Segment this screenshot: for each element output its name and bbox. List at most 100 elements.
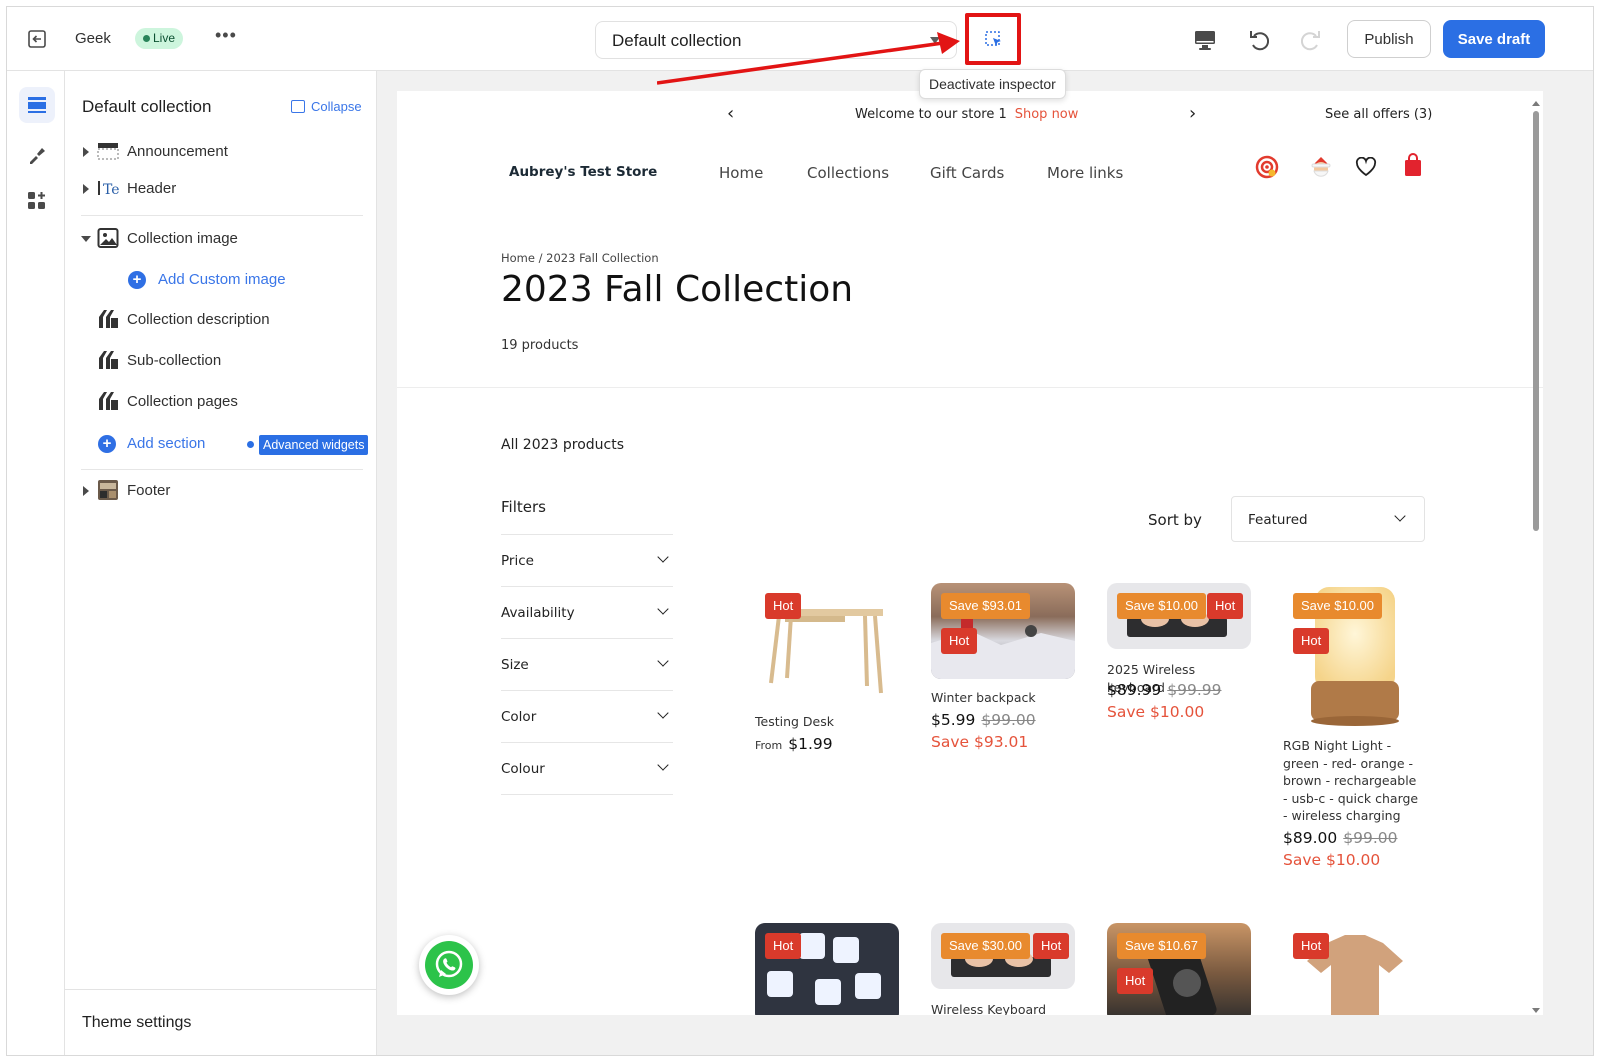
save-draft-button[interactable]: Save draft [1443, 20, 1545, 58]
sidebar-item-sub-collection[interactable]: Sub-collection [65, 346, 377, 376]
filter-color[interactable]: Color [501, 690, 673, 742]
cart-bag-icon[interactable] [1403, 153, 1423, 177]
add-custom-image-button[interactable]: + Add Custom image [65, 265, 377, 295]
preview-scrollbar[interactable] [1532, 101, 1540, 1013]
save-amount: Save $10.00 [1107, 703, 1205, 721]
filter-size[interactable]: Size [501, 638, 673, 690]
price-value: $89.99 [1107, 681, 1162, 699]
product-name[interactable]: Testing Desk [755, 713, 895, 731]
sections-icon [28, 97, 46, 113]
inspector-tooltip: Deactivate inspector [919, 69, 1066, 99]
apps-tab[interactable] [19, 183, 55, 219]
brush-icon [30, 148, 45, 164]
sections-tab[interactable] [19, 87, 55, 123]
hot-badge: Hot [941, 628, 978, 654]
nav-more-links[interactable]: More links [1047, 164, 1123, 182]
apps-icon [28, 192, 45, 209]
expand-arrow-icon [83, 486, 89, 496]
store-logo[interactable]: Aubrey's Test Store [509, 164, 657, 180]
price-value: $89.00 [1283, 829, 1338, 847]
santa-icon[interactable] [1309, 155, 1333, 181]
add-custom-image-label: Add Custom image [158, 271, 286, 288]
filter-availability[interactable]: Availability [501, 586, 673, 638]
announcement-icon [97, 143, 119, 160]
sidebar-item-collection-description[interactable]: Collection description [65, 305, 377, 335]
scroll-down-icon[interactable] [1532, 1008, 1540, 1013]
product-price: From $1.99 [755, 735, 833, 753]
sidebar-divider [81, 215, 363, 216]
wishlist-heart-icon[interactable] [1355, 157, 1377, 177]
sort-value: Featured [1248, 512, 1308, 528]
header-icon: Te [98, 181, 119, 198]
product-price: $89.99 $99.99 [1107, 681, 1222, 699]
inspector-toggle-button[interactable] [965, 13, 1021, 65]
product-name[interactable]: RGB Night Light - green - red- orange - … [1283, 737, 1423, 825]
sidebar-item-announcement[interactable]: Announcement [65, 137, 377, 167]
save-badge: Save $93.01 [941, 593, 1031, 619]
exit-icon[interactable] [27, 29, 47, 49]
compare-price: $99.00 [1343, 829, 1398, 847]
scroll-up-icon[interactable] [1532, 101, 1540, 106]
scrollbar-thumb[interactable] [1533, 111, 1539, 531]
sidebar-item-label: Collection description [127, 311, 270, 328]
sidebar-item-collection-pages[interactable]: Collection pages [65, 387, 377, 417]
hot-badge: Hot [765, 593, 802, 619]
expand-arrow-icon [83, 184, 89, 194]
announcement-prev-button[interactable]: ‹ [727, 103, 734, 124]
target-icon[interactable] [1255, 155, 1279, 179]
publish-button[interactable]: Publish [1347, 20, 1431, 58]
sidebar-item-header[interactable]: Te Header [65, 174, 377, 204]
nav-home[interactable]: Home [719, 164, 763, 182]
filter-label: Color [501, 709, 537, 725]
save-badge: Save $10.00 [1293, 593, 1383, 619]
collapse-icon [291, 100, 305, 113]
shop-now-link[interactable]: Shop now [1015, 107, 1079, 122]
sections-sidebar: Default collection Collapse Announcement… [65, 71, 377, 1055]
save-badge: Save $30.00 [941, 933, 1031, 959]
filter-label: Colour [501, 761, 545, 777]
hot-badge: Hot [1117, 968, 1154, 994]
redo-icon[interactable] [1297, 27, 1323, 53]
theme-settings-tab[interactable] [19, 137, 55, 173]
see-all-offers-link[interactable]: See all offers (3) [1325, 107, 1432, 122]
nav-gift-cards[interactable]: Gift Cards [930, 164, 1004, 182]
sidebar-item-label: Collection image [127, 230, 238, 247]
add-section-label: Add section [127, 435, 206, 452]
collapse-arrow-icon [81, 236, 91, 242]
theme-settings-button[interactable]: Theme settings [65, 989, 377, 1055]
filter-price[interactable]: Price [501, 534, 673, 586]
template-select[interactable]: Default collection [595, 21, 957, 59]
hot-badge: Hot [1033, 933, 1070, 959]
product-price: $5.99 $99.00 [931, 711, 1036, 729]
more-actions-button[interactable]: ••• [215, 25, 237, 46]
whatsapp-icon [425, 941, 473, 989]
save-amount: Save $10.00 [1283, 851, 1381, 869]
collapse-button[interactable]: Collapse [291, 99, 362, 114]
filter-colour[interactable]: Colour [501, 742, 673, 794]
desktop-icon[interactable] [1193, 29, 1217, 51]
announcement-text: Welcome to our store 1 Shop now [855, 107, 1078, 122]
sidebar-item-label: Sub-collection [127, 352, 222, 369]
advanced-widgets-button[interactable]: Advanced widgets [259, 435, 369, 455]
sort-select[interactable]: Featured [1231, 496, 1425, 542]
nav-collections[interactable]: Collections [807, 164, 889, 182]
editor-window: Geek Live ••• Default collection Publish… [6, 6, 1594, 1056]
chevron-down-icon [657, 551, 669, 563]
sort-label: Sort by [1148, 511, 1202, 529]
product-name[interactable]: Winter backpack [931, 689, 1071, 707]
storefront-preview: ‹ Welcome to our store 1 Shop now › See a… [397, 91, 1543, 1015]
hot-badge: Hot [1293, 933, 1330, 959]
announcement-next-button[interactable]: › [1189, 103, 1196, 124]
chevron-down-icon [657, 759, 669, 771]
inspector-icon [985, 31, 1001, 46]
whatsapp-button[interactable] [419, 935, 479, 995]
products-heading: All 2023 products [501, 437, 625, 453]
sidebar-title: Default collection [82, 97, 212, 116]
undo-icon[interactable] [1247, 27, 1273, 53]
sidebar-item-collection-image[interactable]: Collection image [65, 224, 377, 254]
sidebar-item-footer[interactable]: Footer [65, 476, 377, 506]
product-name[interactable]: Wireless Keyboard [931, 1001, 1071, 1015]
section-divider [397, 387, 1543, 388]
advanced-widgets-dot [247, 441, 254, 448]
add-section-button[interactable]: + Add section Advanced widgets [65, 429, 377, 459]
